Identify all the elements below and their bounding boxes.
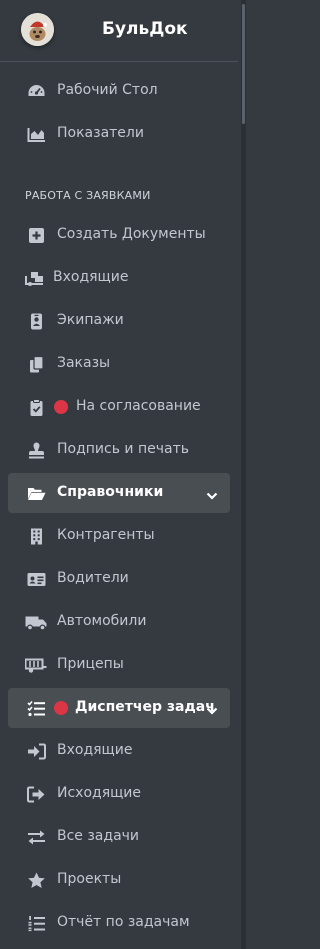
nav-item-task-dispatcher[interactable]: Диспетчер задач [8, 688, 230, 728]
nav-item-label: Заказы [57, 355, 111, 371]
nav-item-label: Автомобили [57, 613, 147, 629]
nav-item-label: Подпись и печать [57, 441, 189, 457]
nav-item-dashboard[interactable]: Рабочий Стол [8, 71, 230, 111]
trailer-icon [25, 657, 47, 674]
nav-item-create-documents[interactable]: Создать Документы [8, 215, 230, 255]
building-icon [27, 528, 46, 545]
nav-item-trailers[interactable]: Прицепы [8, 645, 230, 685]
nav-item-label: На согласование [76, 398, 201, 414]
star-icon [27, 872, 46, 889]
area-chart-icon [27, 126, 46, 143]
nav-item-label: Водители [57, 570, 129, 586]
nav-item-all-tasks[interactable]: Все задачи [8, 817, 230, 857]
copy-icon [27, 356, 46, 373]
nav-item-label: Создать Документы [57, 226, 206, 242]
nav-item-label: Входящие [57, 742, 133, 758]
chevron-down-icon[interactable] [206, 487, 218, 500]
nav-item-label: Экипажи [57, 312, 124, 328]
nav-item-projects[interactable]: Проекты [8, 860, 230, 900]
sign-out-icon [27, 786, 46, 803]
nav-item-counterparties[interactable]: Контрагенты [8, 516, 230, 556]
folder-open-icon [27, 485, 46, 502]
nav-item-directories[interactable]: Справочники [8, 473, 230, 513]
clipboard-check-icon [27, 399, 46, 416]
scrollbar-thumb[interactable] [242, 4, 245, 124]
stamp-icon [27, 442, 46, 459]
nav-item-incoming[interactable]: Входящие [8, 258, 230, 298]
dispatcher-badge [54, 701, 68, 715]
nav-item-label: Справочники [57, 484, 164, 500]
nav-item-label: Прицепы [57, 656, 124, 672]
nav-item-label: Все задачи [57, 828, 140, 844]
nav-item-label: Контрагенты [57, 527, 155, 543]
nav-item-label: Показатели [57, 125, 144, 141]
nav-item-approval[interactable]: На согласование [8, 387, 230, 427]
nav-item-label: Входящие [53, 269, 129, 285]
sidebar-scrollbar[interactable] [241, 0, 246, 949]
nav-item-label: Рабочий Стол [57, 82, 158, 98]
nav-item-label: Исходящие [57, 785, 142, 801]
dashboard-icon [27, 83, 46, 100]
nav-item-label: Проекты [57, 871, 122, 887]
tasks-icon [27, 700, 46, 717]
nav-item-tasks-incoming[interactable]: Входящие [8, 731, 230, 771]
nav-item-orders[interactable]: Заказы [8, 344, 230, 384]
nav-item-label: Диспетчер задач [75, 699, 215, 715]
nav-item-tasks-outgoing[interactable]: Исходящие [8, 774, 230, 814]
nav-item-indicators[interactable]: Показатели [8, 114, 230, 154]
nav-item-drivers[interactable]: Водители [8, 559, 230, 599]
approval-badge [54, 400, 68, 414]
section-header: РАБОТА С ЗАЯВКАМИ [25, 189, 151, 202]
chevron-down-icon[interactable] [206, 702, 218, 715]
nav-item-label: Отчёт по задачам [57, 914, 190, 930]
bulldog-logo-icon [21, 13, 54, 46]
sign-in-icon [27, 743, 46, 760]
brand-title: БульДок [102, 19, 188, 39]
plus-square-icon [27, 227, 46, 244]
truck-loading-icon [25, 270, 44, 287]
nav-item-sign-and-print[interactable]: Подпись и печать [8, 430, 230, 470]
id-card-icon [27, 571, 46, 588]
id-badge-icon [27, 313, 46, 330]
brand-link[interactable]: БульДок [0, 0, 238, 62]
truck-icon [25, 614, 47, 631]
exchange-icon [27, 829, 46, 846]
list-ol-icon [27, 915, 46, 932]
nav-item-cars[interactable]: Автомобили [8, 602, 230, 642]
nav-item-task-report[interactable]: Отчёт по задачам [8, 903, 230, 943]
nav-item-crews[interactable]: Экипажи [8, 301, 230, 341]
